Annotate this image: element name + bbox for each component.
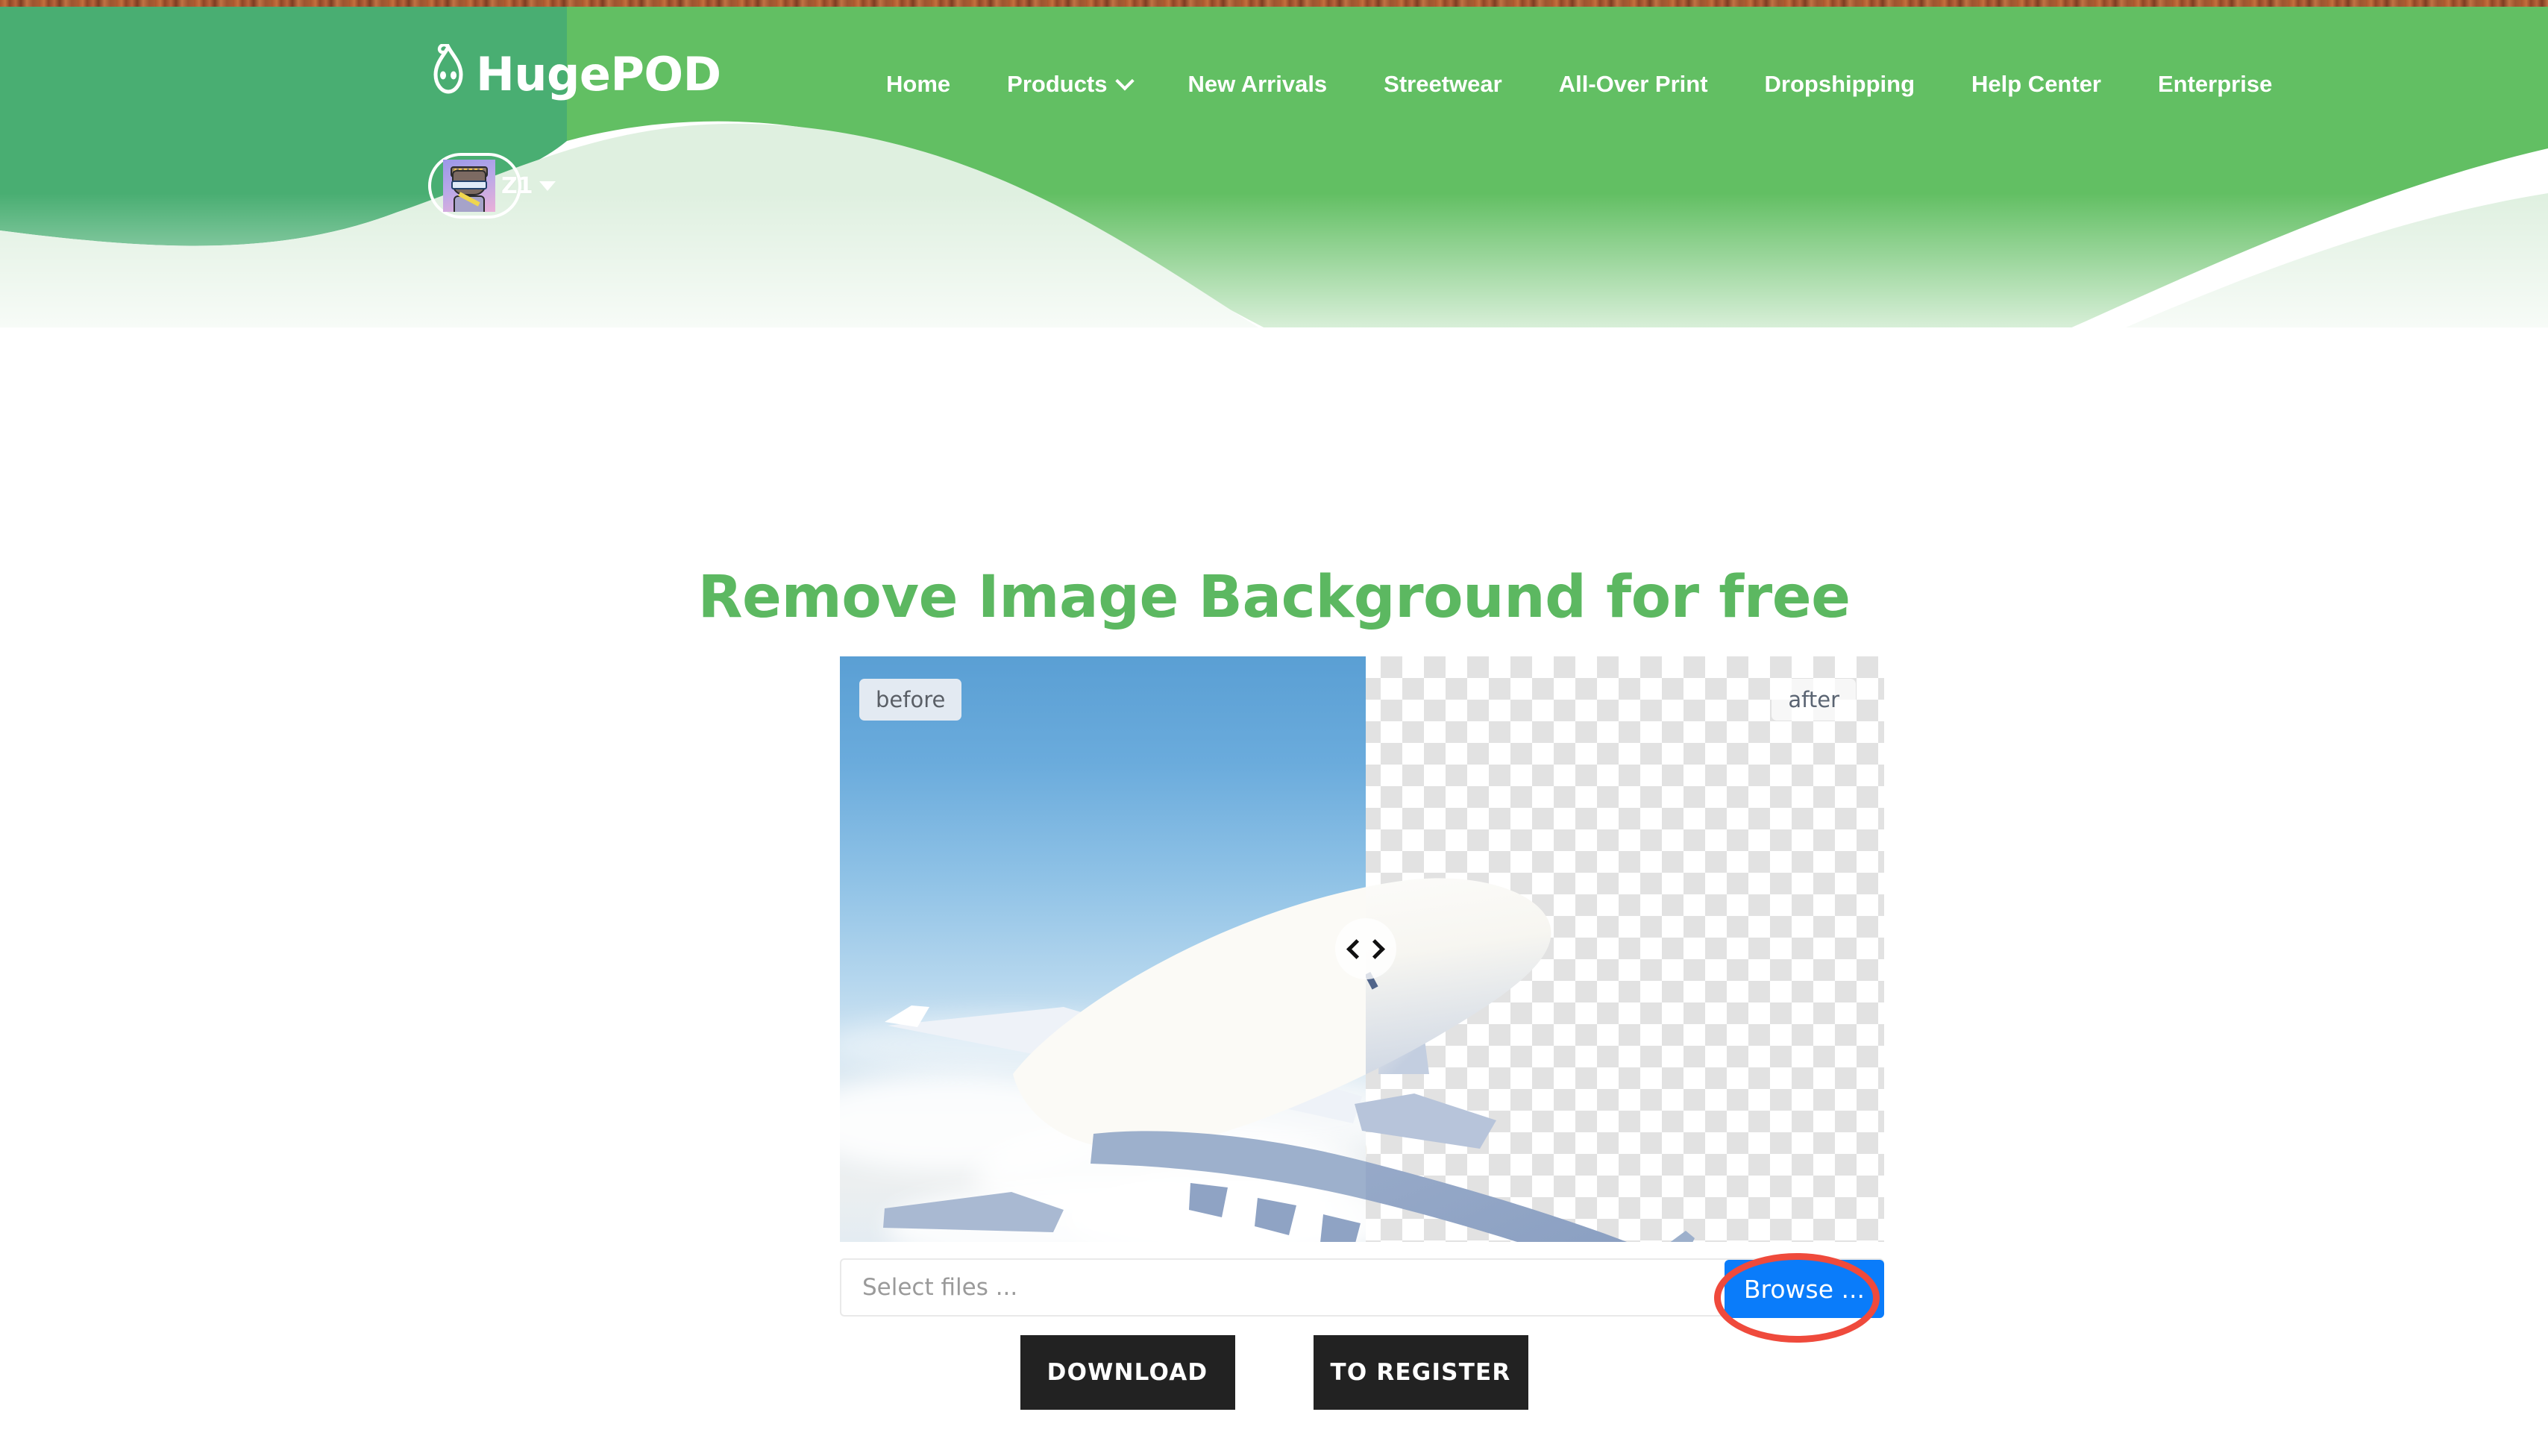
nav-label: Products — [1007, 71, 1108, 97]
nav-item-streetwear[interactable]: Streetwear — [1355, 71, 1531, 98]
before-label-badge: before — [859, 679, 962, 721]
wave-fade-to-white — [0, 193, 2548, 327]
nav-label: Streetwear — [1384, 71, 1502, 97]
nav-item-new-arrivals[interactable]: New Arrivals — [1160, 71, 1356, 98]
chevron-right-icon — [1365, 938, 1385, 959]
nav-label: Help Center — [1971, 71, 2101, 97]
nav-item-products[interactable]: Products — [979, 71, 1159, 98]
nav-item-all-over-print[interactable]: All-Over Print — [1531, 71, 1736, 98]
avatar — [443, 160, 495, 212]
after-label-badge: after — [1772, 679, 1856, 721]
to-register-button[interactable]: TO REGISTER — [1313, 1335, 1528, 1410]
chevron-left-icon — [1346, 938, 1366, 959]
before-pane-original-image: before — [840, 656, 1366, 1242]
before-after-comparison[interactable]: before after — [840, 656, 1884, 1242]
comparison-slider-handle[interactable] — [1335, 918, 1396, 979]
action-button-row: DOWNLOAD TO REGISTER — [0, 1335, 2548, 1410]
download-button[interactable]: DOWNLOAD — [1020, 1335, 1235, 1410]
browser-top-edge-strip — [0, 0, 2548, 7]
file-select-row[interactable]: Select files ... Browse ... — [840, 1258, 1884, 1318]
brand-logo[interactable]: HugePOD — [425, 44, 721, 105]
nav-label: All-Over Print — [1558, 71, 1708, 97]
chevron-down-icon — [1114, 72, 1135, 91]
nav-item-home[interactable]: Home — [858, 71, 979, 98]
nav-label: Enterprise — [2158, 71, 2273, 97]
page-title: Remove Image Background for free — [697, 564, 1851, 632]
main-navigation: Home Products New Arrivals Streetwear Al… — [858, 71, 2300, 98]
nav-item-enterprise[interactable]: Enterprise — [2130, 71, 2300, 98]
nav-label: Dropshipping — [1764, 71, 1915, 97]
nav-label: New Arrivals — [1187, 71, 1328, 97]
nav-item-help-center[interactable]: Help Center — [1943, 71, 2130, 98]
droplet-face-logo-icon — [433, 44, 463, 94]
browse-button[interactable]: Browse ... — [1724, 1260, 1884, 1318]
user-name-label: Z1 — [501, 172, 533, 199]
brand-name: HugePOD — [476, 47, 721, 101]
nav-item-dropshipping[interactable]: Dropshipping — [1736, 71, 1943, 98]
user-account-menu[interactable]: Z1 — [428, 153, 556, 219]
site-header-navbar: HugePOD Home Products New Arrivals Stree… — [0, 7, 2548, 148]
airplane-graphic-before — [883, 887, 1366, 1242]
caret-down-icon — [539, 181, 556, 191]
nav-label: Home — [886, 71, 951, 97]
